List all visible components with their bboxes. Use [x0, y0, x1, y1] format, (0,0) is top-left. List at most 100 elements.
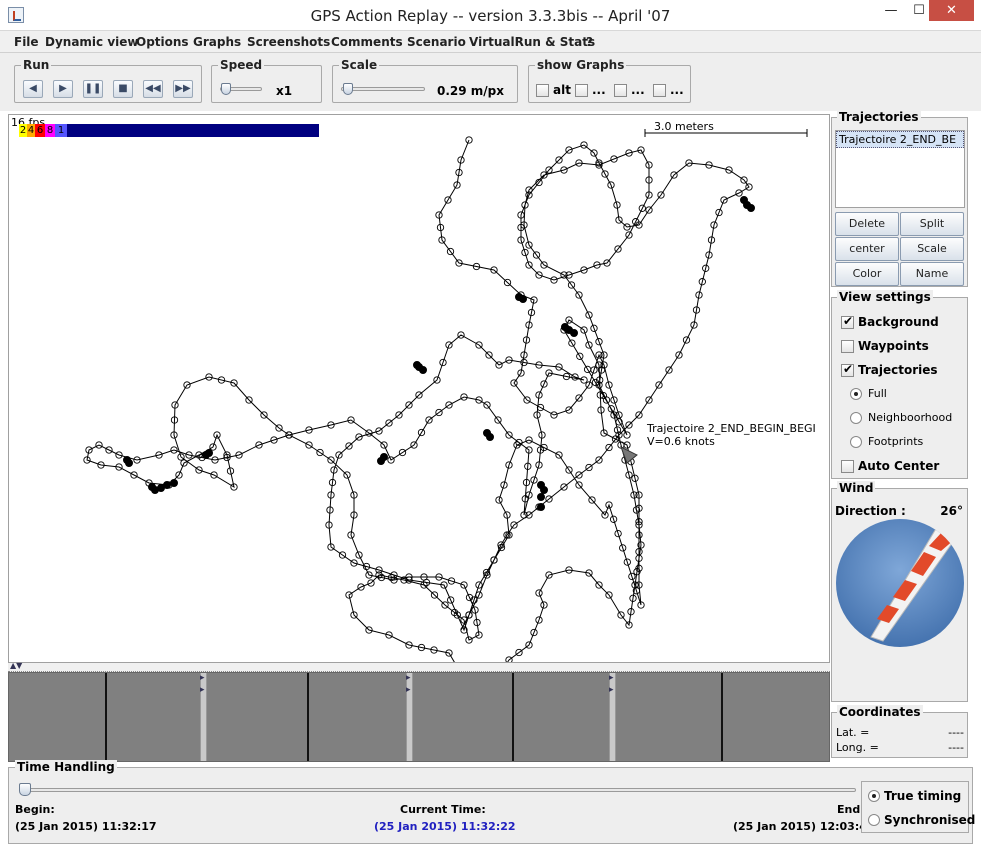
scale-value: 0.29 m/px [437, 84, 505, 98]
graph-2-checkbox[interactable] [575, 84, 588, 97]
trajectories-label: Trajectories [858, 363, 938, 377]
graph-alt-checkbox[interactable] [536, 84, 549, 97]
track-point-cluster [540, 486, 548, 494]
view-settings-title: View settings [837, 290, 933, 304]
timeline-marker-handle[interactable] [406, 673, 413, 761]
menu-file[interactable]: File [14, 35, 39, 49]
full-radio[interactable] [850, 388, 862, 400]
synchronised-radio[interactable] [868, 814, 880, 826]
window-title: GPS Action Replay -- version 3.3.3bis --… [310, 7, 671, 25]
view-settings-panel: View settings ✔ Background Waypoints ✔ T… [831, 290, 968, 479]
splitter-arrows-icon[interactable]: ▲▼ [10, 661, 22, 670]
menu-comments[interactable]: Comments [331, 35, 403, 49]
longitude-label: Long. = [836, 741, 879, 754]
timeline-strip[interactable] [8, 672, 830, 762]
track-speed-label: V=0.6 knots [647, 435, 715, 448]
map-canvas[interactable]: 16 fps 2 4 6 8 1 Trajectoire 2_END_BEGIN… [8, 114, 830, 663]
track-point-cluster [377, 457, 385, 465]
minimize-button[interactable]: — [876, 0, 906, 21]
begin-value: (25 Jan 2015) 11:32:17 [15, 820, 157, 833]
menu-help[interactable]: ? [586, 35, 593, 49]
scale-label: Scale [339, 58, 380, 72]
track-point-cluster [205, 449, 213, 457]
split-button[interactable]: Split [900, 212, 964, 236]
graph-alt-label: alt [553, 83, 571, 97]
run-group: Run ◀ ▶ ❚❚ ■ ◀◀ ▶▶ [14, 58, 202, 103]
true-timing-label: True timing [884, 789, 962, 803]
track-point-cluster [537, 493, 545, 501]
graph-3-label: ... [631, 83, 645, 97]
scale-slider-track[interactable] [341, 87, 425, 91]
current-time-label: Current Time: [400, 803, 486, 816]
true-timing-radio[interactable] [868, 790, 880, 802]
trajectories-title: Trajectories [837, 110, 921, 124]
canvas-splitter[interactable]: ▲▼ [8, 661, 830, 672]
auto-center-checkbox[interactable] [841, 460, 854, 473]
scale-slider-thumb[interactable] [343, 83, 353, 95]
trajectory-list-item[interactable]: Trajectoire 2_END_BE [836, 131, 964, 148]
stop-icon[interactable]: ■ [113, 80, 133, 98]
timeline-marker-handle[interactable] [200, 673, 207, 761]
background-checkbox[interactable]: ✔ [841, 314, 854, 329]
fast-forward-icon[interactable]: ▶▶ [173, 80, 193, 98]
timeline-divider [512, 673, 514, 761]
neighborhood-label: Neighboorhood [868, 411, 953, 424]
menu-graphs[interactable]: Graphs [193, 35, 241, 49]
speed-slider-thumb[interactable] [221, 83, 231, 95]
track-point-cluster [413, 361, 421, 369]
wind-direction-value: 26° [940, 504, 963, 518]
track-name-label: Trajectoire 2_END_BEGIN_BEGI [646, 422, 816, 435]
track-point-cluster [170, 479, 178, 487]
scale-button[interactable]: Scale [900, 237, 964, 261]
time-slider-thumb[interactable] [19, 783, 31, 796]
track-point-cluster [519, 295, 527, 303]
footprints-radio[interactable] [850, 436, 862, 448]
close-button[interactable]: ✕ [929, 0, 974, 21]
graph-2-label: ... [592, 83, 606, 97]
windsock-icon [836, 519, 964, 647]
waypoints-checkbox[interactable] [841, 340, 854, 353]
speed-label: Speed [218, 58, 265, 72]
name-button[interactable]: Name [900, 262, 964, 286]
menu-dynamic-view[interactable]: Dynamic view [45, 35, 139, 49]
menu-scenario[interactable]: Scenario [407, 35, 466, 49]
timeline-divider [105, 673, 107, 761]
latitude-label: Lat. = [836, 726, 870, 739]
timeline-marker-handle[interactable] [609, 673, 616, 761]
center-button[interactable]: center [835, 237, 899, 261]
pause-icon[interactable]: ❚❚ [83, 80, 103, 98]
trajectories-checkbox[interactable]: ✔ [841, 362, 854, 377]
play-icon[interactable]: ▶ [53, 80, 73, 98]
latitude-value: ---- [948, 726, 964, 739]
step-back-icon[interactable]: ◀ [23, 80, 43, 98]
rewind-icon[interactable]: ◀◀ [143, 80, 163, 98]
full-label: Full [868, 387, 887, 400]
end-value: (25 Jan 2015) 12:03:46 [733, 820, 875, 833]
menu-bar: File Dynamic view Options Graphs Screens… [0, 31, 981, 53]
track-point-cluster [537, 503, 545, 511]
delete-button[interactable]: Delete [835, 212, 899, 236]
current-time-value: (25 Jan 2015) 11:32:22 [374, 820, 516, 833]
waypoints-label: Waypoints [858, 339, 929, 353]
menu-screenshots[interactable]: Screenshots [247, 35, 330, 49]
menu-options[interactable]: Options [136, 35, 189, 49]
time-handling-panel: Time Handling Begin: (25 Jan 2015) 11:32… [8, 760, 975, 844]
time-slider-track[interactable] [21, 788, 856, 792]
graph-3-checkbox[interactable] [614, 84, 627, 97]
graph-4-checkbox[interactable] [653, 84, 666, 97]
color-button[interactable]: Color [835, 262, 899, 286]
neighborhood-radio[interactable] [850, 412, 862, 424]
menu-virtualrun-stats[interactable]: VirtualRun & Stats [469, 35, 595, 49]
trajectory-line [86, 139, 750, 662]
background-label: Background [858, 315, 939, 329]
track-point-cluster [419, 366, 427, 374]
wind-direction-label: Direction : [835, 504, 906, 518]
footprints-label: Footprints [868, 435, 924, 448]
track-point-cluster [486, 433, 494, 441]
trajectory-list[interactable]: Trajectoire 2_END_BE [835, 130, 965, 208]
timeline-divider [307, 673, 309, 761]
time-handling-title: Time Handling [15, 760, 117, 774]
coordinates-panel: Coordinates Lat. = ---- Long. = ---- [831, 705, 968, 758]
track-point-cluster [747, 204, 755, 212]
title-bar: GPS Action Replay -- version 3.3.3bis --… [0, 0, 981, 31]
